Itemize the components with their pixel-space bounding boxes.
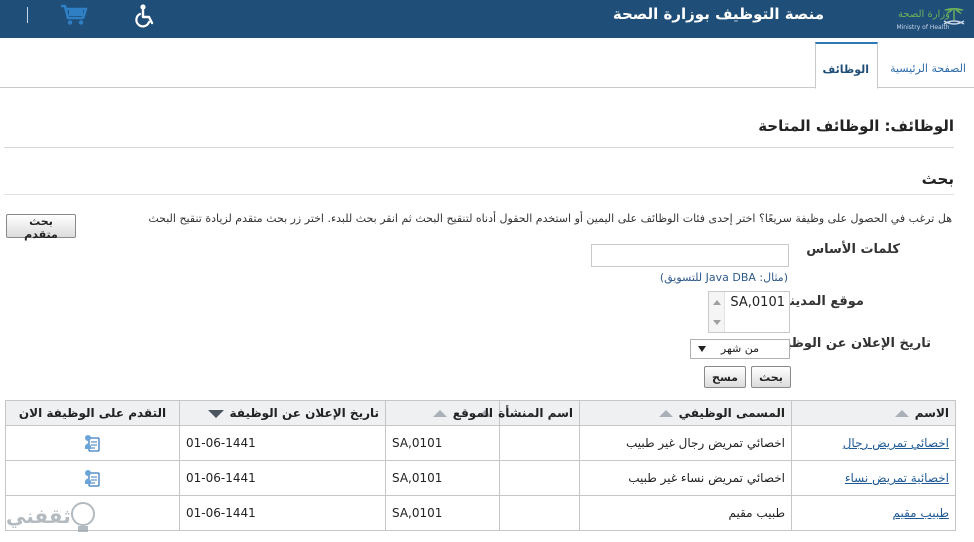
apply-cell	[5, 460, 180, 496]
header-divider	[27, 7, 28, 23]
search-section-title: بحث	[921, 170, 954, 188]
site-title: منصة التوظيف بوزارة الصحة	[612, 5, 824, 23]
col-header-date[interactable]: تاريخ الإعلان عن الوظيفة	[179, 400, 386, 426]
tab-jobs[interactable]: الوظائف	[815, 42, 878, 89]
job-name-link[interactable]: اخصائية تمريض نساء	[845, 471, 949, 485]
job-title-cell: اخصائي تمريض نساء غير طبيب	[579, 460, 792, 496]
lightbulb-icon	[71, 502, 95, 532]
top-header-bar: وزارة الصحة Ministry of Health منصة التو…	[0, 0, 974, 38]
table-row: اخصائية تمريض نساء اخصائي تمريض نساء غير…	[5, 460, 956, 496]
job-title-cell: طبيب مقيم	[579, 495, 792, 531]
svg-text:وزارة الصحة: وزارة الصحة	[898, 9, 950, 20]
chevron-down-icon	[698, 346, 706, 352]
job-name-link[interactable]: اخصائي تمريض رجال	[843, 436, 949, 450]
job-name-link[interactable]: طبيب مقيم	[893, 506, 950, 520]
location-cell: SA,0101	[385, 495, 500, 531]
table-header-row: الاسم المسمى الوظيفي اسم المنشأة الموقع …	[5, 400, 956, 426]
main-tabs: الصفحة الرئيسية الوظائف	[0, 40, 974, 89]
wheelchair-icon[interactable]	[133, 3, 159, 29]
location-cell: SA,0101	[385, 460, 500, 496]
site-watermark: ثقفني	[2, 496, 102, 540]
divider	[4, 147, 954, 148]
search-button[interactable]: بحث	[751, 366, 791, 388]
scroll-up-icon[interactable]	[713, 300, 721, 305]
org-cell	[499, 495, 580, 531]
job-name-cell: اخصائية تمريض نساء	[791, 460, 956, 496]
table-row: اخصائي تمريض رجال اخصائي تمريض رجال غير …	[5, 425, 956, 461]
posting-date-value: من شهر	[720, 342, 759, 355]
org-cell	[499, 425, 580, 461]
apply-cell	[5, 425, 180, 461]
col-header-org[interactable]: اسم المنشأة	[478, 400, 580, 426]
job-title-cell: اخصائي تمريض رجال غير طبيب	[579, 425, 792, 461]
keywords-input[interactable]	[591, 244, 789, 267]
table-row: طبيب مقيم طبيب مقيم SA,0101 01-06-1441	[5, 495, 956, 531]
city-listbox[interactable]: SA,0101	[708, 291, 790, 333]
advanced-search-button[interactable]: بحث متقدم	[6, 214, 76, 241]
sort-desc-icon[interactable]	[207, 409, 224, 418]
posting-date-label: تاريخ الإعلان عن الوظيفة	[769, 336, 931, 351]
page-title: الوظائف: الوظائف المتاحة	[758, 117, 954, 135]
keywords-label: كلمات الأساس	[806, 242, 900, 257]
watermark-text: ثقفني	[6, 504, 71, 528]
date-cell: 01-06-1441	[179, 460, 386, 496]
ministry-logo[interactable]: وزارة الصحة Ministry of Health	[866, 0, 966, 38]
location-cell: SA,0101	[385, 425, 500, 461]
col-header-location[interactable]: الموقع	[385, 400, 500, 426]
scroll-down-icon[interactable]	[713, 320, 721, 325]
col-header-title[interactable]: المسمى الوظيفي	[579, 400, 792, 426]
clear-button[interactable]: مسح	[704, 366, 746, 388]
cart-icon[interactable]	[60, 4, 90, 26]
apply-job-icon[interactable]	[82, 467, 104, 489]
tab-home[interactable]: الصفحة الرئيسية	[878, 50, 974, 88]
svg-text:Ministry of Health: Ministry of Health	[896, 24, 949, 31]
city-label: موقع المدينة	[782, 294, 864, 309]
sort-icon[interactable]	[658, 410, 673, 417]
divider	[4, 194, 954, 195]
date-cell: 01-06-1441	[179, 425, 386, 461]
results-table: الاسم المسمى الوظيفي اسم المنشأة الموقع …	[5, 400, 956, 531]
city-value[interactable]: SA,0101	[730, 295, 785, 310]
city-scrollbar[interactable]	[709, 292, 725, 332]
col-header-name[interactable]: الاسم	[791, 400, 956, 426]
posting-date-select[interactable]: من شهر	[690, 339, 790, 359]
search-instructions: هل ترغب في الحصول على وظيفة سريعًا؟ اختر…	[148, 212, 952, 225]
apply-job-icon[interactable]	[82, 432, 104, 454]
job-name-cell: اخصائي تمريض رجال	[791, 425, 956, 461]
job-name-cell: طبيب مقيم	[791, 495, 956, 531]
col-header-apply: التقدم على الوظيفة الان	[5, 400, 180, 426]
org-cell	[499, 460, 580, 496]
sort-icon[interactable]	[894, 410, 909, 417]
keywords-hint: (مثال: Java DBA للتسويق)	[659, 271, 788, 284]
sort-icon[interactable]	[432, 410, 447, 417]
date-cell: 01-06-1441	[179, 495, 386, 531]
